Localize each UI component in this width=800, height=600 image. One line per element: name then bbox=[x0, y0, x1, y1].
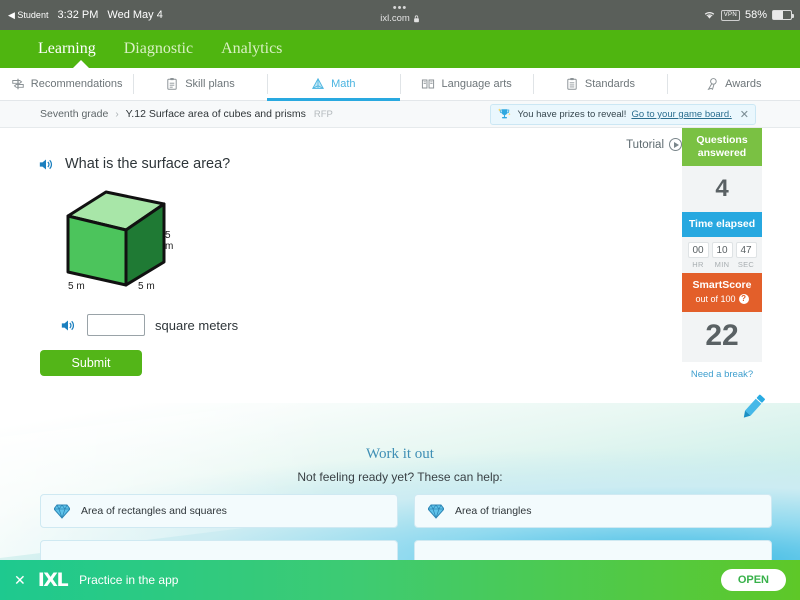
timer-seconds-value: 47 bbox=[736, 242, 757, 258]
battery-percent: 58% bbox=[745, 9, 767, 21]
breadcrumb-grade[interactable]: Seventh grade bbox=[40, 108, 108, 120]
need-a-break-link[interactable]: Need a break? bbox=[682, 369, 762, 380]
help-icon[interactable]: ? bbox=[739, 294, 749, 304]
close-icon[interactable]: ✕ bbox=[14, 572, 26, 589]
app-promo-text: Practice in the app bbox=[79, 573, 178, 587]
work-it-out-section: Work it out Not feeling ready yet? These… bbox=[0, 446, 800, 484]
timer-hours: 00 HR bbox=[688, 242, 709, 269]
secondary-nav: Recommendations Skill plans Math Languag… bbox=[0, 68, 800, 101]
pencil-icon[interactable] bbox=[736, 390, 770, 424]
ribbon-icon bbox=[705, 77, 719, 91]
breadcrumb-skill-code: RFP bbox=[314, 109, 333, 120]
timer-seconds-label: SEC bbox=[736, 260, 757, 269]
work-it-out-title: Work it out bbox=[0, 446, 800, 463]
tab-recommendations[interactable]: Recommendations bbox=[0, 68, 133, 100]
timer-hours-value: 00 bbox=[688, 242, 709, 258]
nav-item-analytics[interactable]: Analytics bbox=[221, 40, 282, 58]
battery-icon bbox=[772, 10, 792, 20]
help-card-label: Area of rectangles and squares bbox=[81, 505, 227, 517]
timer-minutes-label: MIN bbox=[712, 260, 733, 269]
close-icon[interactable]: ✕ bbox=[740, 108, 749, 121]
time-elapsed-header: Time elapsed bbox=[682, 212, 762, 237]
clipboard-icon bbox=[565, 77, 579, 91]
submit-button[interactable]: Submit bbox=[40, 350, 142, 376]
answer-input[interactable] bbox=[87, 314, 145, 336]
prizes-banner: You have prizes to reveal! Go to your ga… bbox=[490, 104, 756, 125]
ios-status-bar: ◀ Student 3:32 PM Wed May 4 ••• ixl.com … bbox=[0, 0, 800, 30]
ixl-logo: IXL bbox=[38, 569, 67, 591]
smartscore-subtitle: out of 100 ? bbox=[695, 294, 748, 305]
help-card[interactable]: Area of rectangles and squares bbox=[40, 494, 398, 528]
cube-label-depth: 5 m bbox=[138, 281, 155, 292]
timer-minutes-value: 10 bbox=[712, 242, 733, 258]
diamond-icon bbox=[428, 502, 444, 520]
status-bar-center: ••• ixl.com bbox=[0, 2, 800, 25]
clipboard-list-icon bbox=[165, 77, 179, 91]
lock-icon bbox=[413, 15, 420, 23]
url-text: ixl.com bbox=[380, 14, 410, 24]
timer-minutes: 10 MIN bbox=[712, 242, 733, 269]
smartscore-title: SmartScore bbox=[684, 279, 760, 292]
tab-skill-plans-label: Skill plans bbox=[185, 78, 235, 90]
question-text: What is the surface area? bbox=[65, 156, 230, 172]
game-board-link[interactable]: Go to your game board. bbox=[631, 109, 731, 120]
pyramid-icon bbox=[311, 77, 325, 91]
prizes-text: You have prizes to reveal! bbox=[517, 109, 626, 120]
tutorial-link[interactable]: Tutorial bbox=[626, 138, 682, 151]
primary-nav: Learning Diagnostic Analytics bbox=[0, 30, 800, 68]
tab-language-arts[interactable]: Language arts bbox=[400, 68, 533, 100]
smartscore-sub-text: out of 100 bbox=[695, 294, 735, 305]
cube-label-width: 5 m bbox=[68, 281, 85, 292]
speaker-icon[interactable] bbox=[60, 318, 77, 333]
tab-awards-label: Awards bbox=[725, 78, 761, 90]
tab-standards[interactable]: Standards bbox=[533, 68, 666, 100]
nav-item-learning[interactable]: Learning bbox=[38, 40, 96, 58]
trophy-icon bbox=[497, 107, 512, 122]
tutorial-label: Tutorial bbox=[626, 139, 664, 151]
timer-seconds: 47 SEC bbox=[736, 242, 757, 269]
address-bar[interactable]: ixl.com bbox=[380, 14, 420, 24]
tab-awards[interactable]: Awards bbox=[667, 68, 800, 100]
questions-answered-header: Questions answered bbox=[682, 128, 762, 166]
nav-item-diagnostic[interactable]: Diagnostic bbox=[124, 40, 193, 58]
help-cards: Area of rectangles and squares Area of t… bbox=[40, 494, 772, 563]
wifi-icon bbox=[703, 10, 716, 20]
open-app-button[interactable]: OPEN bbox=[721, 569, 786, 591]
cube-label-height: 5 m bbox=[165, 230, 175, 252]
timer: 00 HR 10 MIN 47 SEC bbox=[682, 237, 762, 273]
answer-row: square meters bbox=[60, 314, 238, 336]
questions-answered-value: 4 bbox=[682, 166, 762, 212]
tab-skill-plans[interactable]: Skill plans bbox=[133, 68, 266, 100]
tab-standards-label: Standards bbox=[585, 78, 635, 90]
cube-svg bbox=[60, 186, 175, 296]
score-panel: Questions answered 4 Time elapsed 00 HR … bbox=[682, 128, 762, 380]
diamond-icon bbox=[54, 502, 70, 520]
question-stage: Tutorial What is the surface area? 5 m 5… bbox=[0, 128, 800, 563]
question-prompt: What is the surface area? bbox=[38, 156, 230, 172]
breadcrumb: Seventh grade › Y.12 Surface area of cub… bbox=[0, 101, 800, 128]
app-promo-banner: ✕ IXL Practice in the app OPEN bbox=[0, 560, 800, 600]
app-root: ◀ Student 3:32 PM Wed May 4 ••• ixl.com … bbox=[0, 0, 800, 600]
tab-math[interactable]: Math bbox=[267, 68, 400, 100]
cube-figure: 5 m 5 m 5 m bbox=[60, 186, 175, 301]
vpn-badge: VPN bbox=[721, 10, 740, 21]
open-book-icon bbox=[421, 77, 435, 91]
breadcrumb-skill: Y.12 Surface area of cubes and prisms bbox=[126, 108, 306, 120]
smartscore-header: SmartScore out of 100 ? bbox=[682, 273, 762, 311]
timer-hours-label: HR bbox=[688, 260, 709, 269]
signpost-icon bbox=[11, 77, 25, 91]
work-it-out-subtitle: Not feeling ready yet? These can help: bbox=[0, 470, 800, 484]
speaker-icon[interactable] bbox=[38, 157, 55, 172]
tab-recommendations-label: Recommendations bbox=[31, 78, 123, 90]
tab-language-arts-label: Language arts bbox=[441, 78, 511, 90]
help-card-label: Area of triangles bbox=[455, 505, 531, 517]
smartscore-value: 22 bbox=[682, 312, 762, 362]
help-card[interactable]: Area of triangles bbox=[414, 494, 772, 528]
play-circle-icon bbox=[669, 138, 682, 151]
tab-math-label: Math bbox=[331, 78, 355, 90]
status-bar-right: VPN 58% bbox=[703, 0, 792, 30]
answer-unit-label: square meters bbox=[155, 318, 238, 333]
breadcrumb-separator: › bbox=[115, 109, 118, 120]
